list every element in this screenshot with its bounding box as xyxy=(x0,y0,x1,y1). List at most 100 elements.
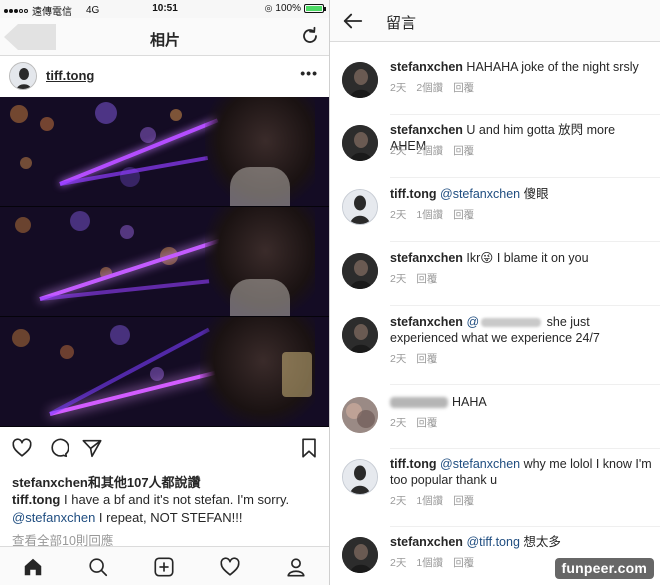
caption-mention[interactable]: @stefanxchen xyxy=(12,510,95,525)
bottom-tab-bar xyxy=(0,546,329,585)
comments-screen: 留言 stefanxchen HAHAHA joke of the night … xyxy=(330,0,660,585)
avatar[interactable] xyxy=(342,537,378,573)
page-title: 相片 xyxy=(149,32,180,49)
divider xyxy=(390,114,660,115)
divider xyxy=(390,526,660,527)
post-actions xyxy=(0,433,329,463)
divider xyxy=(390,177,660,178)
avatar[interactable] xyxy=(342,253,378,289)
comment-meta: 2天 2個讚 回覆 xyxy=(390,143,484,158)
avatar-portrait xyxy=(10,63,36,89)
comment-likes[interactable]: 2個讚 xyxy=(416,82,443,94)
post-username[interactable]: tiff.tong xyxy=(46,68,94,83)
battery-percent: 100% xyxy=(275,3,301,14)
caption-text-1: I have a bf and it's not stefan. I'm sor… xyxy=(60,492,290,507)
comment-likes[interactable]: 2個讚 xyxy=(416,145,443,157)
reply-button[interactable]: 回覆 xyxy=(453,82,474,94)
add-icon[interactable] xyxy=(153,556,175,578)
comment-time: 2天 xyxy=(390,82,407,94)
avatar[interactable] xyxy=(342,62,378,98)
comment-time: 2天 xyxy=(390,353,407,365)
avatar[interactable] xyxy=(342,397,378,433)
avatar[interactable] xyxy=(342,189,378,225)
avatar[interactable] xyxy=(342,317,378,353)
comment-username[interactable]: tiff.tong xyxy=(390,187,437,201)
avatar[interactable] xyxy=(342,125,378,161)
more-icon[interactable]: ••• xyxy=(300,65,318,81)
reply-button[interactable]: 回覆 xyxy=(453,209,474,221)
search-icon[interactable] xyxy=(87,556,109,578)
comment-likes[interactable]: 1個讚 xyxy=(416,209,443,221)
photo-strip-2 xyxy=(0,207,329,317)
activity-heart-icon[interactable] xyxy=(219,556,241,578)
comment-text: tiff.tong @stefanxchen why me lolol I kn… xyxy=(390,456,652,488)
reply-button[interactable]: 回覆 xyxy=(416,353,437,365)
profile-icon[interactable] xyxy=(285,556,307,578)
comment-username[interactable]: tiff.tong xyxy=(390,457,437,471)
caption-author[interactable]: tiff.tong xyxy=(12,492,60,507)
post-caption: tiff.tong I have a bf and it's not stefa… xyxy=(12,491,320,527)
post-view-screen: 遠傳電信 4G 10:51 ◎ 100% 相片 tiff.tong ••• st… xyxy=(0,0,330,585)
comment-likes[interactable]: 1個讚 xyxy=(416,557,443,569)
post-photo[interactable] xyxy=(0,97,329,427)
avatar[interactable] xyxy=(342,459,378,495)
comment-time: 2天 xyxy=(390,145,407,157)
comment-item: stefanxchen @ she just experienced what … xyxy=(330,310,660,388)
reply-button[interactable]: 回覆 xyxy=(453,557,474,569)
comment-text: tiff.tong @stefanxchen 傻眼 xyxy=(390,186,652,202)
comment-meta: 2天 1個讚 回覆 xyxy=(390,493,484,508)
comment-time: 2天 xyxy=(390,209,407,221)
comment-meta: 2天 回覆 xyxy=(390,415,447,430)
blurred-username xyxy=(390,397,448,409)
reply-button[interactable]: 回覆 xyxy=(453,495,474,507)
reply-button[interactable]: 回覆 xyxy=(416,417,437,429)
comment-username[interactable]: stefanxchen xyxy=(390,251,463,265)
divider xyxy=(390,305,660,306)
comment-mention[interactable]: @ xyxy=(466,315,479,329)
reply-button[interactable]: 回覆 xyxy=(453,145,474,157)
status-bar: 遠傳電信 4G 10:51 ◎ 100% xyxy=(0,0,329,18)
comment-text: stefanxchen @ she just experienced what … xyxy=(390,314,652,346)
comment-likes[interactable]: 1個讚 xyxy=(416,495,443,507)
comment-username[interactable]: stefanxchen xyxy=(390,315,463,329)
likes-count[interactable]: stefanxchen和其他107人都說讚 xyxy=(12,472,201,491)
bookmark-icon[interactable] xyxy=(298,437,320,459)
comment-username[interactable]: stefanxchen xyxy=(390,535,463,549)
comment-text: stefanxchen Ikr😜 I blame it on you xyxy=(390,250,652,266)
refresh-icon[interactable] xyxy=(300,26,320,46)
caption-text-2: I repeat, NOT STEFAN!!! xyxy=(95,510,243,525)
avatar-portrait xyxy=(342,537,378,573)
avatar[interactable] xyxy=(9,62,37,90)
comment-mention[interactable]: @stefanxchen xyxy=(440,457,520,471)
comment-username[interactable]: stefanxchen xyxy=(390,60,463,74)
heart-icon[interactable] xyxy=(11,437,33,459)
comment-icon[interactable] xyxy=(47,437,69,459)
comment-message: HAHAHA joke of the night srsly xyxy=(462,60,639,74)
avatar-portrait xyxy=(342,253,378,289)
comment-item: HAHA 2天 回覆 xyxy=(330,390,660,454)
comment-item: tiff.tong @stefanxchen 傻眼 2天 1個讚 回覆 xyxy=(330,182,660,246)
comment-item: tiff.tong @stefanxchen why me lolol I kn… xyxy=(330,452,660,530)
share-icon[interactable] xyxy=(81,437,103,459)
divider xyxy=(390,448,660,449)
watermark: funpeer.com xyxy=(554,558,654,579)
comment-username[interactable]: stefanxchen xyxy=(390,123,463,137)
avatar-portrait xyxy=(343,190,377,224)
comment-mention[interactable]: @stefanxchen xyxy=(440,187,520,201)
comment-item: stefanxchen HAHAHA joke of the night srs… xyxy=(330,55,660,119)
avatar-portrait xyxy=(342,317,378,353)
home-icon[interactable] xyxy=(22,556,44,578)
comment-meta: 2天 1個讚 回覆 xyxy=(390,555,484,570)
battery-info: ◎ 100% xyxy=(264,3,326,14)
comment-meta: 2天 回覆 xyxy=(390,351,447,366)
reply-button[interactable]: 回覆 xyxy=(416,273,437,285)
back-arrow-icon[interactable] xyxy=(342,10,364,32)
avatar-portrait xyxy=(343,460,377,494)
comment-mention[interactable]: @tiff.tong xyxy=(466,535,519,549)
comment-text: HAHA xyxy=(390,394,652,410)
comments-title: 留言 xyxy=(386,15,417,32)
comment-time: 2天 xyxy=(390,273,407,285)
lock-rotation-icon: ◎ xyxy=(264,3,273,13)
comment-message: Ikr😜 I blame it on you xyxy=(462,251,589,265)
comment-message: 傻眼 xyxy=(520,187,549,201)
